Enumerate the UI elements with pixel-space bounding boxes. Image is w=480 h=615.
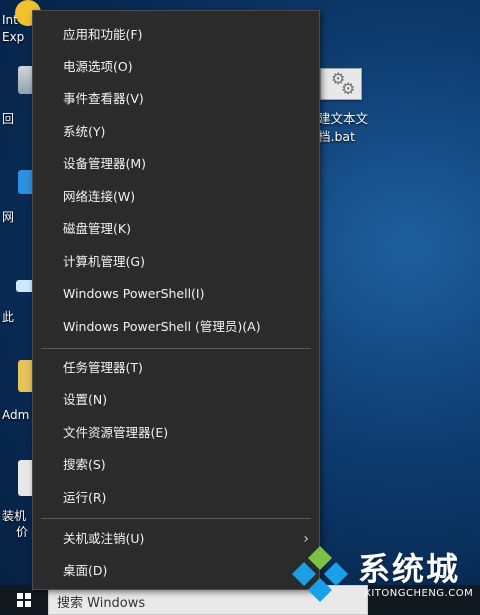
- watermark-url: XITONGCHENG.COM: [364, 588, 474, 599]
- menu-item-label: 桌面(D): [63, 563, 108, 578]
- gear-icon: ⚙: [341, 79, 356, 98]
- menu-item-label: 事件查看器(V): [63, 91, 144, 106]
- menu-item-label: 任务管理器(T): [63, 360, 143, 375]
- watermark: 系统城 XITONGCHENG.COM: [288, 540, 480, 615]
- menu-item-powershell[interactable]: Windows PowerShell(I): [33, 278, 319, 310]
- menu-item-shutdown-signout[interactable]: 关机或注销(U) ›: [33, 523, 319, 555]
- bat-file-label: 建文本文 档.bat: [318, 110, 388, 146]
- menu-item-search[interactable]: 搜索(S): [33, 449, 319, 481]
- menu-item-label: 电源选项(O): [63, 59, 133, 74]
- bat-label-line1: 建文本文: [318, 111, 369, 126]
- menu-item-label: 运行(R): [63, 490, 107, 505]
- desktop-icon-label: Int Exp: [2, 12, 24, 46]
- menu-item-network-connections[interactable]: 网络连接(W): [33, 181, 319, 213]
- installer-label-2: 价: [16, 525, 29, 539]
- bat-label-line2: 档.bat: [318, 129, 355, 144]
- menu-item-run[interactable]: 运行(R): [33, 482, 319, 514]
- ie-label-2: Exp: [2, 30, 25, 44]
- desktop-icon-label: Adm: [2, 408, 30, 422]
- search-placeholder: 搜索 Windows: [57, 596, 146, 611]
- menu-item-computer-management[interactable]: 计算机管理(G): [33, 246, 319, 278]
- menu-item-apps-features[interactable]: 应用和功能(F): [33, 19, 319, 51]
- menu-item-disk-management[interactable]: 磁盘管理(K): [33, 213, 319, 245]
- menu-item-label: 关机或注销(U): [63, 531, 145, 546]
- menu-item-label: Windows PowerShell (管理员)(A): [63, 319, 261, 334]
- windows-logo-icon: [17, 593, 31, 607]
- menu-item-desktop[interactable]: 桌面(D): [33, 555, 319, 587]
- menu-item-label: 计算机管理(G): [63, 254, 145, 269]
- menu-item-label: 网络连接(W): [63, 189, 136, 204]
- menu-separator: [41, 518, 311, 519]
- desktop-icon-label: 装机价: [2, 508, 28, 540]
- winx-context-menu: 应用和功能(F) 电源选项(O) 事件查看器(V) 系统(Y) 设备管理器(M)…: [32, 10, 320, 590]
- menu-item-label: 设置(N): [63, 392, 108, 407]
- menu-item-label: 系统(Y): [63, 124, 106, 139]
- menu-item-powershell-admin[interactable]: Windows PowerShell (管理员)(A): [33, 311, 319, 343]
- menu-item-label: 磁盘管理(K): [63, 221, 131, 236]
- batch-file-gear-icon: ⚙ ⚙: [320, 68, 362, 100]
- menu-item-settings[interactable]: 设置(N): [33, 384, 319, 416]
- menu-item-file-explorer[interactable]: 文件资源管理器(E): [33, 417, 319, 449]
- menu-item-system[interactable]: 系统(Y): [33, 116, 319, 148]
- menu-item-task-manager[interactable]: 任务管理器(T): [33, 352, 319, 384]
- watermark-title: 系统城: [358, 550, 461, 588]
- desktop-icon-label: 网: [2, 210, 15, 224]
- desktop-icon-bat-file[interactable]: ⚙ ⚙: [318, 64, 368, 116]
- installer-label-1: 装机: [2, 509, 27, 523]
- menu-item-device-manager[interactable]: 设备管理器(M): [33, 148, 319, 180]
- menu-item-event-viewer[interactable]: 事件查看器(V): [33, 83, 319, 115]
- menu-item-label: 应用和功能(F): [63, 27, 143, 42]
- menu-item-label: 文件资源管理器(E): [63, 425, 169, 440]
- watermark-logo-icon: [292, 546, 348, 602]
- menu-item-label: 设备管理器(M): [63, 156, 147, 171]
- desktop-icon-label: 回: [2, 112, 15, 126]
- menu-item-power-options[interactable]: 电源选项(O): [33, 51, 319, 83]
- menu-item-label: Windows PowerShell(I): [63, 286, 205, 301]
- menu-item-label: 搜索(S): [63, 457, 106, 472]
- ie-label-1: Int: [2, 13, 18, 27]
- desktop-icon-label: 此: [2, 310, 15, 324]
- menu-separator: [41, 348, 311, 349]
